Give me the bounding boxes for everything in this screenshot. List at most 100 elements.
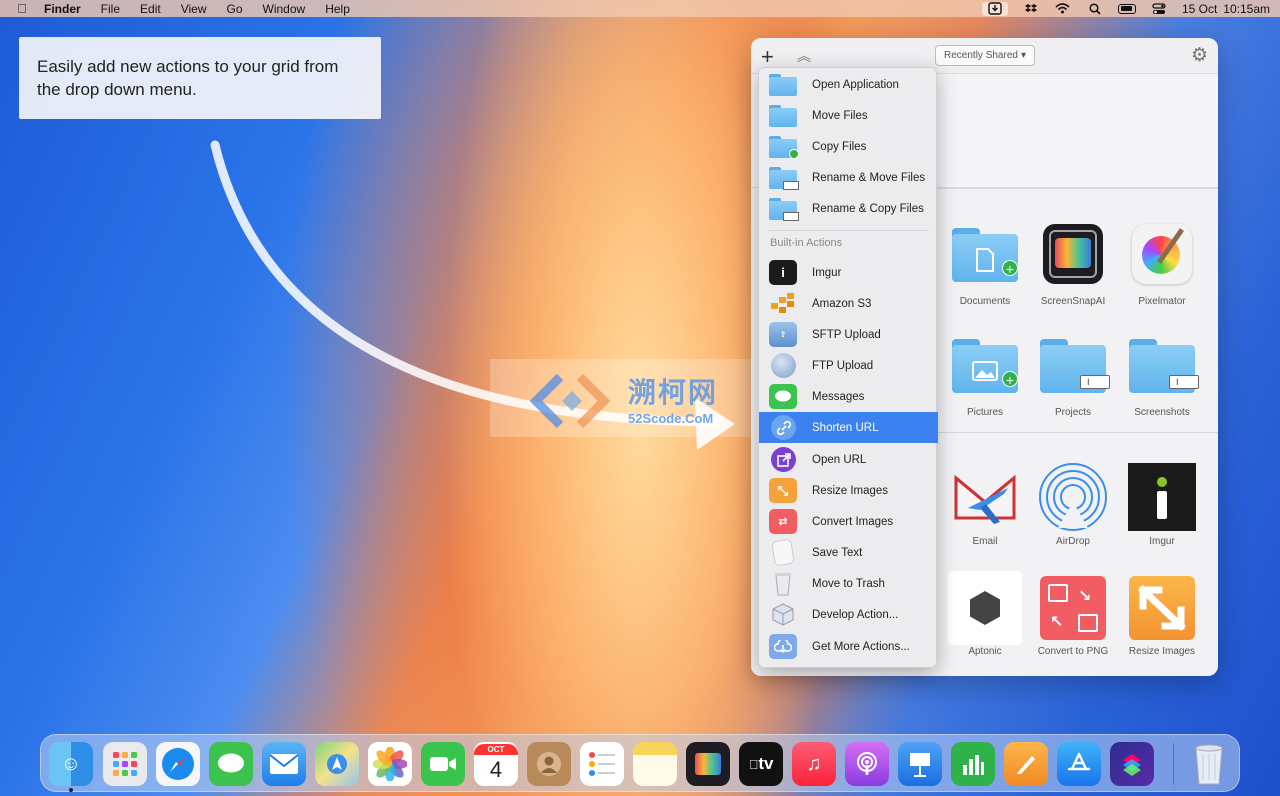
menu-item-rename-move-files[interactable]: Rename & Move Files: [759, 162, 938, 193]
menu-item-shorten-url[interactable]: Shorten URL: [759, 412, 938, 443]
running-indicator: [69, 788, 73, 792]
menu-item-resize-images[interactable]: ⤡ Resize Images: [759, 475, 938, 506]
open-url-icon: [769, 447, 797, 472]
dock-divider: [1173, 743, 1174, 785]
menu-item-rename-copy-files[interactable]: Rename & Copy Files: [759, 193, 938, 224]
numbers-icon[interactable]: [951, 742, 995, 786]
apple-icon[interactable]: : [12, 1, 32, 16]
menu-item-ftp-upload[interactable]: FTP Upload: [759, 350, 938, 381]
grid-item-projects[interactable]: I Projects: [1028, 333, 1118, 418]
trash-icon: [769, 571, 797, 596]
grid-item-label: Convert to PNG: [1037, 646, 1109, 657]
shortcuts-icon[interactable]: [1110, 742, 1154, 786]
menu-help[interactable]: Help: [325, 2, 350, 16]
pages-icon[interactable]: [1004, 742, 1048, 786]
recent-filter-select[interactable]: Recently Shared ▾: [935, 45, 1035, 66]
menu-item-sftp-upload[interactable]: ⇧ SFTP Upload: [759, 319, 938, 350]
pictures-folder-icon: +: [950, 333, 1020, 403]
watermark: 溯柯网 52Scode.CoM: [490, 359, 770, 437]
reminders-icon[interactable]: [580, 742, 624, 786]
menu-item-develop-action[interactable]: Develop Action...: [759, 599, 938, 630]
grid-item-label: Screenshots: [1134, 407, 1190, 418]
grid-item-pixelmator[interactable]: Pixelmator: [1117, 222, 1207, 307]
tv-label: tv: [753, 754, 773, 773]
menu-view[interactable]: View: [181, 2, 207, 16]
collapse-button[interactable]: ︽: [797, 46, 811, 66]
resize-images-icon: ⤡: [769, 478, 797, 503]
grid-item-screenshots[interactable]: I Screenshots: [1117, 333, 1207, 418]
grid-item-label: Imgur: [1149, 536, 1175, 547]
dropzone-status-icon[interactable]: [981, 1, 1008, 16]
menu-item-convert-images[interactable]: ⇄ Convert Images: [759, 506, 938, 537]
screensnapai-dock-icon[interactable]: [686, 742, 730, 786]
dropbox-icon[interactable]: [1022, 2, 1040, 16]
grid-item-imgur[interactable]: Imgur: [1117, 462, 1207, 547]
menu-item-get-more-actions[interactable]: Get More Actions...: [759, 631, 938, 662]
documents-folder-icon: +: [950, 222, 1020, 292]
settings-gear-icon[interactable]: ⚙: [1191, 44, 1208, 67]
photos-icon[interactable]: [368, 742, 412, 786]
grid-item-pictures[interactable]: + Pictures: [940, 333, 1030, 418]
screensnapai-app-icon: [1038, 222, 1108, 292]
grid-item-email[interactable]: Email: [940, 462, 1030, 547]
menu-window[interactable]: Window: [263, 2, 306, 16]
grid-item-airdrop[interactable]: AirDrop: [1028, 462, 1118, 547]
menu-item-imgur[interactable]: i Imgur: [759, 257, 938, 288]
battery-icon[interactable]: [1117, 2, 1136, 16]
menu-file[interactable]: File: [101, 2, 120, 16]
calendar-icon[interactable]: OCT 4: [474, 742, 518, 786]
tooltip-text: Easily add new actions to your grid from…: [37, 57, 339, 99]
grid-item-documents[interactable]: + Documents: [940, 222, 1030, 307]
watermark-subtitle: 52Scode.CoM: [628, 410, 714, 426]
grid-item-label: Documents: [959, 296, 1011, 307]
trash-icon[interactable]: [1187, 742, 1231, 786]
pixelmator-app-icon: [1127, 222, 1197, 292]
menu-separator: [769, 230, 929, 231]
messages-icon[interactable]: [209, 742, 253, 786]
projects-folder-icon: I: [1038, 333, 1110, 403]
menu-item-open-application[interactable]: Open Application: [759, 69, 938, 100]
menubar-time[interactable]: 10:15am: [1223, 2, 1270, 16]
spotlight-search-icon[interactable]: [1086, 2, 1104, 16]
mail-icon[interactable]: [262, 742, 306, 786]
maps-icon[interactable]: [315, 742, 359, 786]
menu-item-messages[interactable]: Messages: [759, 381, 938, 412]
menu-item-copy-files[interactable]: Copy Files: [759, 131, 938, 162]
finder-icon[interactable]: ☺: [49, 742, 93, 786]
menu-item-open-url[interactable]: Open URL: [759, 444, 938, 475]
cloud-download-icon: [769, 634, 797, 659]
menu-go[interactable]: Go: [227, 2, 243, 16]
menu-bar:  Finder File Edit View Go Window Help 1…: [0, 0, 1280, 17]
menu-app-name[interactable]: Finder: [44, 2, 81, 16]
podcasts-icon[interactable]: [845, 742, 889, 786]
grid-item-convert-to-png[interactable]: ↘ ↖ Convert to PNG: [1028, 572, 1118, 657]
grid-item-label: Resize Images: [1128, 646, 1196, 657]
keynote-icon[interactable]: [898, 742, 942, 786]
calendar-month: OCT: [474, 743, 518, 755]
menubar-date[interactable]: 15 Oct: [1182, 2, 1217, 16]
notes-icon[interactable]: [633, 742, 677, 786]
wifi-icon[interactable]: [1054, 2, 1072, 16]
grid-item-aptonic[interactable]: Aptonic: [940, 571, 1030, 657]
grid-item-resize-images[interactable]: Resize Images: [1117, 572, 1207, 657]
airdrop-icon: [1038, 462, 1108, 532]
link-icon: [769, 415, 797, 440]
menu-item-move-files[interactable]: Move Files: [759, 100, 938, 131]
safari-icon[interactable]: [156, 742, 200, 786]
menu-item-amazon-s3[interactable]: Amazon S3: [759, 288, 938, 319]
apple-tv-icon[interactable]: tv: [739, 742, 783, 786]
grid-item-screensnapai[interactable]: ScreenSnapAI: [1028, 222, 1118, 307]
builtin-actions-header: Built-in Actions: [770, 237, 843, 249]
contacts-icon[interactable]: [527, 742, 571, 786]
dock: ☺ OCT 4 tv ♫: [40, 734, 1240, 792]
launchpad-icon[interactable]: [103, 742, 147, 786]
music-icon[interactable]: ♫: [792, 742, 836, 786]
app-store-icon[interactable]: [1057, 742, 1101, 786]
facetime-icon[interactable]: [421, 742, 465, 786]
control-center-icon[interactable]: [1150, 2, 1168, 16]
menu-item-move-to-trash[interactable]: Move to Trash: [759, 568, 938, 599]
apple-logo-icon: : [749, 757, 759, 772]
menu-edit[interactable]: Edit: [140, 2, 161, 16]
grid-item-label: Pixelmator: [1138, 296, 1186, 307]
menu-item-save-text[interactable]: Save Text: [759, 537, 938, 568]
